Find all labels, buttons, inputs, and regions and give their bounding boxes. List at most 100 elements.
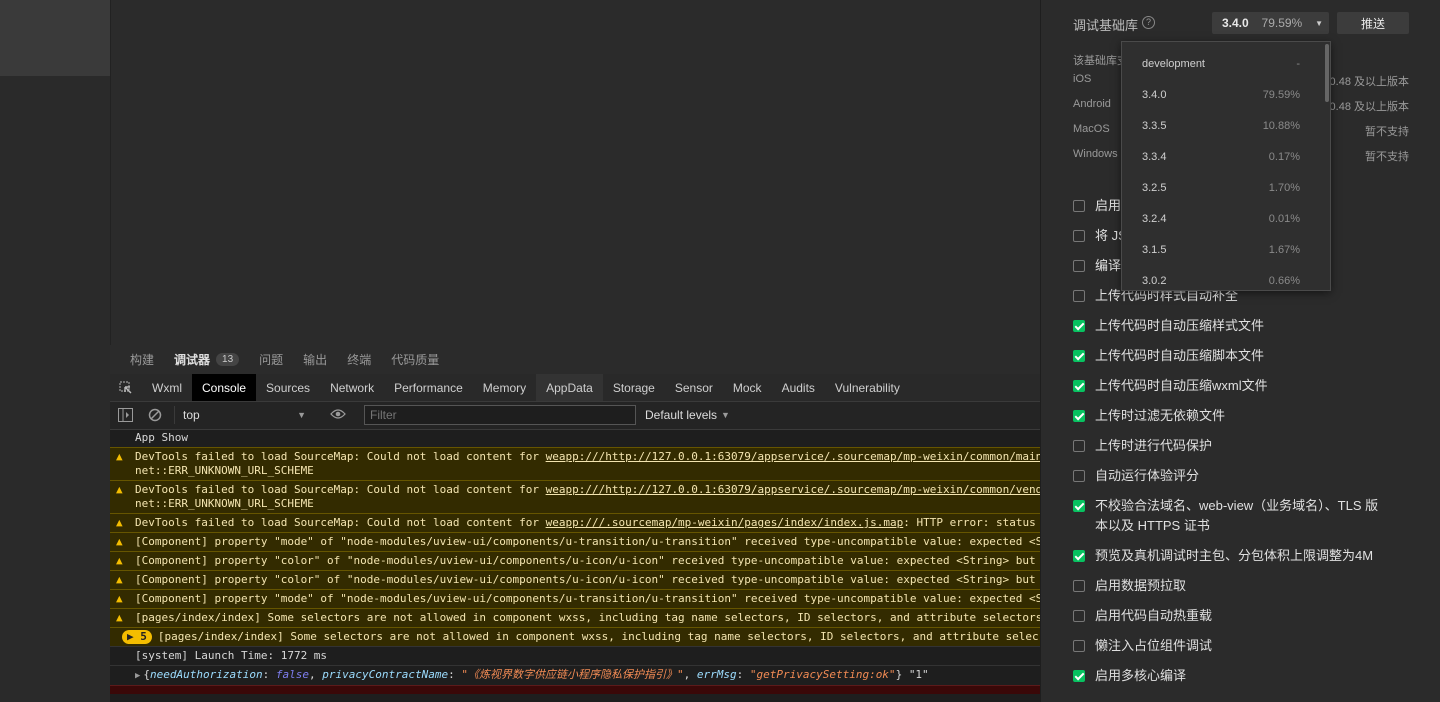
chevron-down-icon: ▼ <box>297 410 306 420</box>
context-selector[interactable]: top ▼ <box>174 406 312 424</box>
devtab-audits[interactable]: Audits <box>772 374 825 401</box>
setting-checkbox-row[interactable]: 编译 <box>1073 256 1121 276</box>
setting-code-protection[interactable]: 上传时进行代码保护 <box>1073 436 1212 456</box>
checkbox[interactable] <box>1073 200 1085 212</box>
version-option[interactable]: 3.3.4 0.17% <box>1122 141 1322 172</box>
console-log-list[interactable]: App Show ▲ DevTools failed to load Source… <box>110 429 1040 702</box>
setting-label: 懒注入占位组件调试 <box>1095 638 1213 653</box>
devtab-sensor[interactable]: Sensor <box>665 374 723 401</box>
devtab-memory[interactable]: Memory <box>473 374 536 401</box>
setting-compress-script[interactable]: 上传代码时自动压缩脚本文件 <box>1073 346 1264 366</box>
devtab-storage[interactable]: Storage <box>603 374 665 401</box>
checkbox-checked[interactable] <box>1073 670 1085 682</box>
setting-skip-domain-check[interactable]: 不校验合法域名、web-view（业务域名）、TLS 版本以及 HTTPS 证书 <box>1073 496 1378 536</box>
log-text: DevTools failed to load SourceMap: Could… <box>135 483 546 496</box>
sourcemap-link[interactable]: weapp:///http://127.0.0.1:63079/appservi… <box>546 450 1040 463</box>
push-button-label: 推送 <box>1360 16 1385 31</box>
tab-label: 输出 <box>303 353 328 367</box>
setting-checkbox-row[interactable]: 启用 <box>1073 196 1121 216</box>
context-value: top <box>183 408 200 422</box>
version-option-selected[interactable]: 3.4.0 79.59% <box>1122 79 1322 110</box>
devtab-network[interactable]: Network <box>320 374 384 401</box>
version-option[interactable]: 3.2.4 0.01% <box>1122 203 1322 234</box>
checkbox-checked[interactable] <box>1073 500 1085 512</box>
log-levels-dropdown[interactable]: Default levels ▼ <box>645 406 730 424</box>
version-option[interactable]: development - <box>1122 48 1322 79</box>
clear-console-icon[interactable] <box>148 408 162 425</box>
setting-hot-reload[interactable]: 启用代码自动热重载 <box>1073 606 1212 626</box>
object-key: privacyContractName <box>322 668 449 681</box>
live-expression-eye-icon[interactable] <box>330 408 346 423</box>
setting-checkbox-row[interactable]: 将 JS <box>1073 226 1127 246</box>
checkbox[interactable] <box>1073 610 1085 622</box>
expand-triangle-icon[interactable]: ▶ <box>135 671 140 681</box>
devtab-sources[interactable]: Sources <box>256 374 320 401</box>
checkbox[interactable] <box>1073 580 1085 592</box>
tab-build[interactable]: 构建 <box>120 345 164 374</box>
version-option-value: 3.4.0 <box>1142 88 1167 101</box>
version-option-value: 3.3.5 <box>1142 119 1167 132</box>
platform-value: 暂不支持 <box>1365 151 1409 163</box>
help-icon[interactable]: ? <box>1142 16 1155 29</box>
checkbox[interactable] <box>1073 440 1085 452</box>
devtab-wxml[interactable]: Wxml <box>142 374 192 401</box>
devtab-vulnerability[interactable]: Vulnerability <box>825 374 910 401</box>
setting-multicore-compile[interactable]: 启用多核心编译 <box>1073 666 1186 686</box>
warning-icon: ▲ <box>116 450 123 463</box>
object-log-row[interactable]: ▶ {needAuthorization: false, privacyContr… <box>110 665 1040 685</box>
checkbox-checked[interactable] <box>1073 350 1085 362</box>
tab-code-quality[interactable]: 代码质量 <box>381 345 449 374</box>
sourcemap-link[interactable]: weapp:///.sourcemap/mp-weixin/pages/inde… <box>546 516 904 529</box>
version-option[interactable]: 3.3.5 10.88% <box>1122 110 1322 141</box>
checkbox[interactable] <box>1073 470 1085 482</box>
checkbox[interactable] <box>1073 260 1085 272</box>
repeat-count: 5 <box>140 630 147 643</box>
devtab-mock[interactable]: Mock <box>723 374 772 401</box>
simulator-area[interactable] <box>110 0 1041 345</box>
checkbox[interactable] <box>1073 290 1085 302</box>
console-filter-input[interactable] <box>364 405 636 425</box>
setting-4m-limit[interactable]: 预览及真机调试时主包、分包体积上限调整为4M <box>1073 546 1373 566</box>
devtab-appdata[interactable]: AppData <box>536 374 603 401</box>
checkbox-checked[interactable] <box>1073 550 1085 562</box>
log-text: DevTools failed to load SourceMap: Could… <box>135 450 546 463</box>
checkbox-checked[interactable] <box>1073 320 1085 332</box>
checkbox[interactable] <box>1073 230 1085 242</box>
error-row <box>110 685 1040 694</box>
setting-compress-style[interactable]: 上传代码时自动压缩样式文件 <box>1073 316 1264 336</box>
sidebar-toggle-icon[interactable] <box>118 408 133 425</box>
setting-auto-audit[interactable]: 自动运行体验评分 <box>1073 466 1199 486</box>
tab-label: 调试器 <box>174 353 211 367</box>
checkbox-checked[interactable] <box>1073 410 1085 422</box>
setting-lazy-placeholder[interactable]: 懒注入占位组件调试 <box>1073 636 1212 656</box>
tab-problems[interactable]: 问题 <box>249 345 293 374</box>
version-option-value: 3.0.2 <box>1142 274 1167 287</box>
caret-down-icon: ▼ <box>721 410 730 420</box>
version-option[interactable]: 3.2.5 1.70% <box>1122 172 1322 203</box>
checkbox-checked[interactable] <box>1073 380 1085 392</box>
version-option-pct: - <box>1296 57 1300 70</box>
dropdown-scrollbar[interactable] <box>1325 44 1329 102</box>
warning-icon: ▲ <box>116 592 123 605</box>
setting-compress-wxml[interactable]: 上传代码时自动压缩wxml文件 <box>1073 376 1268 396</box>
setting-filter-unused[interactable]: 上传时过滤无依赖文件 <box>1073 406 1225 426</box>
checkbox[interactable] <box>1073 640 1085 652</box>
sourcemap-link[interactable]: weapp:///http://127.0.0.1:63079/appservi… <box>546 483 1040 496</box>
push-button[interactable]: 推送 <box>1337 12 1409 34</box>
devtab-console[interactable]: Console <box>192 374 257 401</box>
log-row: [system] Launch Time: 1772 ms <box>110 646 1040 665</box>
base-lib-version-select[interactable]: 3.4.0 79.59% ▼ <box>1212 12 1329 34</box>
version-option[interactable]: 3.1.5 1.67% <box>1122 234 1322 265</box>
version-option[interactable]: 3.0.2 0.66% <box>1122 265 1322 290</box>
tab-output[interactable]: 输出 <box>293 345 337 374</box>
warning-icon: ▲ <box>116 573 123 586</box>
log-text: [pages/index/index] Some selectors are n… <box>157 630 1039 643</box>
setting-prefetch[interactable]: 启用数据预拉取 <box>1073 576 1186 596</box>
warning-row: ▲ [pages/index/index] Some selectors are … <box>110 608 1040 627</box>
inspect-element-icon[interactable] <box>110 374 142 401</box>
tab-terminal[interactable]: 终端 <box>337 345 381 374</box>
tab-debugger[interactable]: 调试器 13 <box>164 345 249 374</box>
base-lib-version-dropdown[interactable]: development - 3.4.0 79.59% 3.3.5 10.88% 3.3… <box>1121 41 1331 291</box>
devtab-performance[interactable]: Performance <box>384 374 473 401</box>
log-text: [Component] property "mode" of "node-mod… <box>135 592 1040 605</box>
